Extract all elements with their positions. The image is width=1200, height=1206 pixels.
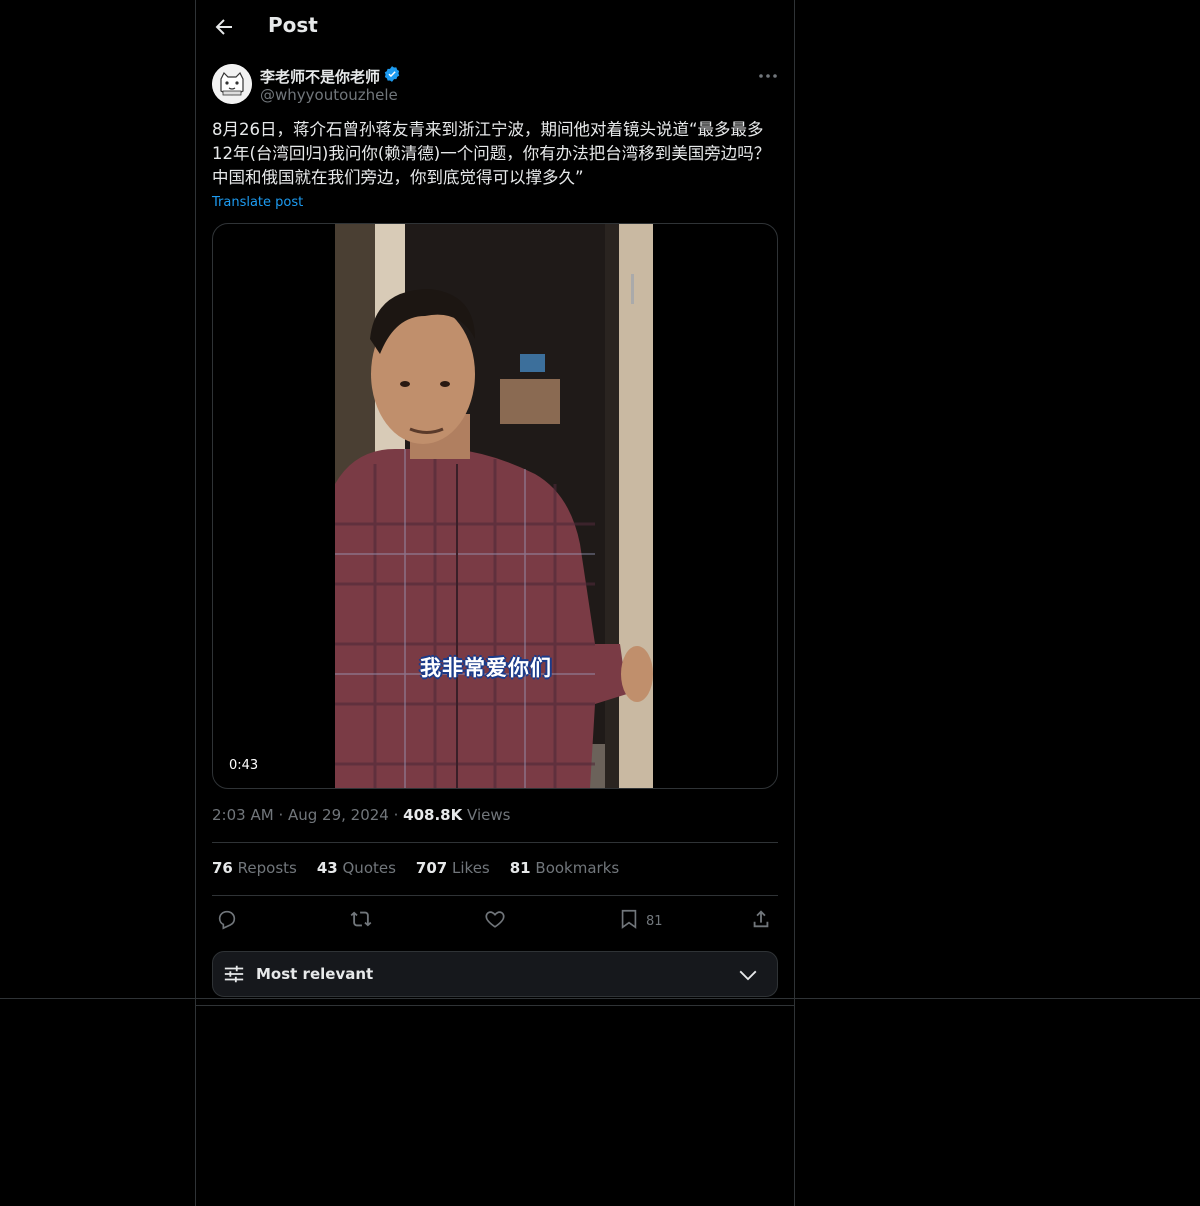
divider <box>0 998 1200 999</box>
author-name-row: 李老师不是你老师 <box>260 65 401 87</box>
post-date[interactable]: Aug 29, 2024 <box>288 806 389 824</box>
sort-label: Most relevant <box>256 965 374 983</box>
reply-icon <box>216 908 238 934</box>
video-frame: 我非常爱你们 <box>335 224 653 788</box>
author-handle[interactable]: @whyyoutouzhele <box>260 86 398 104</box>
views-count: 408.8K <box>403 806 463 824</box>
bookmarks-stat[interactable]: 81 Bookmarks <box>510 859 619 877</box>
meta-separator: · <box>278 806 288 824</box>
video-player[interactable]: 我非常爱你们 0:43 <box>212 223 778 789</box>
heart-icon <box>484 908 506 934</box>
verified-badge-icon <box>383 65 401 87</box>
repost-icon <box>350 908 372 934</box>
page-title: Post <box>268 13 318 37</box>
reply-button[interactable] <box>216 908 238 934</box>
repost-button[interactable] <box>350 908 372 934</box>
divider <box>212 895 778 896</box>
post-time[interactable]: 2:03 AM <box>212 806 274 824</box>
bookmark-icon <box>618 908 640 934</box>
more-options-icon[interactable] <box>756 64 780 88</box>
sort-replies-dropdown[interactable]: Most relevant <box>212 951 778 997</box>
divider <box>196 1005 794 1006</box>
action-bar: 81 <box>212 906 778 934</box>
author-name[interactable]: 李老师不是你老师 <box>260 66 380 87</box>
video-caption: 我非常爱你们 <box>420 656 552 680</box>
avatar[interactable] <box>212 64 252 104</box>
main-column: Post 李老师不是你老师 @whyyoutouzhele 8月26日，蒋介石曾… <box>195 0 795 1206</box>
translate-post-link[interactable]: Translate post <box>212 195 303 210</box>
video-duration: 0:43 <box>229 758 259 773</box>
share-button[interactable] <box>750 908 772 934</box>
chevron-down-icon <box>737 964 759 990</box>
bookmark-count: 81 <box>646 913 663 929</box>
engagement-stats: 76 Reposts 43 Quotes 707 Likes 81 Bookma… <box>212 859 619 877</box>
reposts-stat[interactable]: 76 Reposts <box>212 859 297 877</box>
divider <box>212 842 778 843</box>
likes-stat[interactable]: 707 Likes <box>416 859 490 877</box>
post-text: 8月26日，蒋介石曾孙蒋友青来到浙江宁波，期间他对着镜头说道“最多最多12年(台… <box>212 120 771 187</box>
views-label: Views <box>467 806 511 824</box>
post-meta: 2:03 AM · Aug 29, 2024 · 408.8K Views <box>212 806 510 824</box>
meta-separator: · <box>393 806 404 824</box>
bookmark-button[interactable]: 81 <box>618 908 663 934</box>
back-arrow-icon[interactable] <box>212 15 236 39</box>
top-bar: Post <box>196 0 794 54</box>
quotes-stat[interactable]: 43 Quotes <box>317 859 396 877</box>
sliders-icon <box>223 963 245 989</box>
like-button[interactable] <box>484 908 506 934</box>
share-icon <box>750 908 772 934</box>
